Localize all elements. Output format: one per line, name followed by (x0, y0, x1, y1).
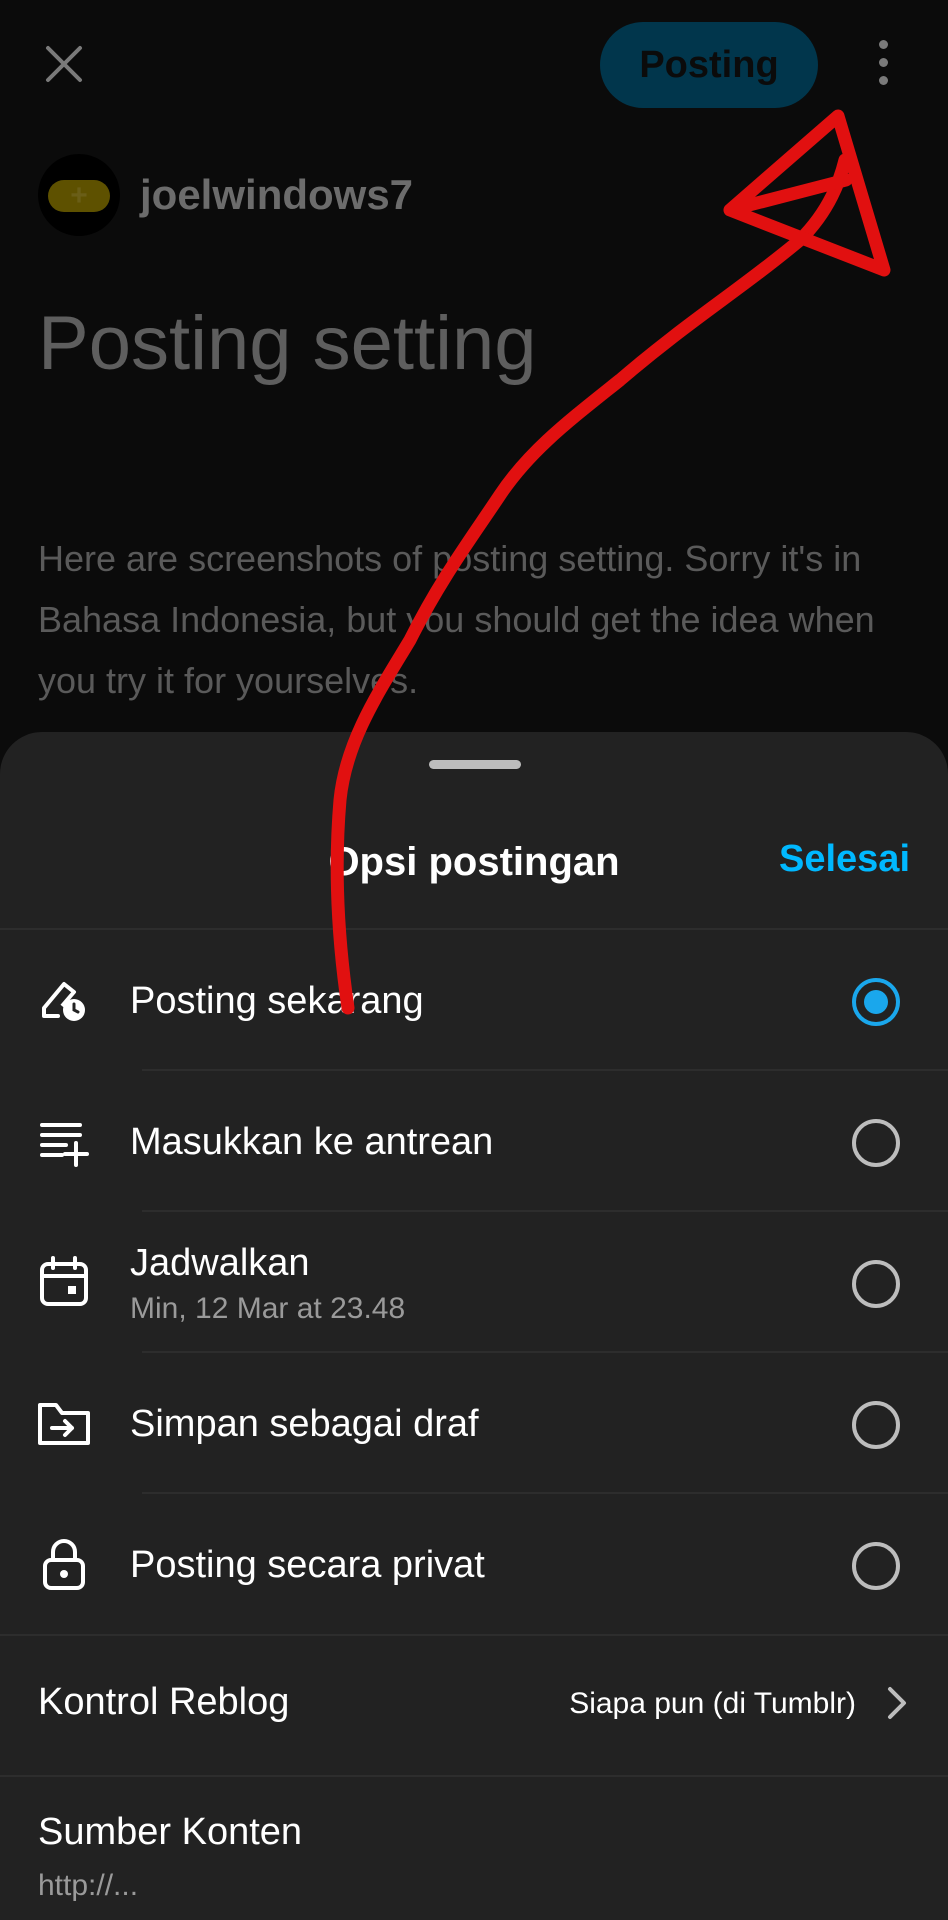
option-label: Masukkan ke antrean (130, 1121, 494, 1163)
avatar[interactable]: + (38, 154, 120, 236)
post-title[interactable]: Posting setting (38, 300, 537, 387)
post-button[interactable]: Posting (600, 22, 818, 108)
reblog-control-label: Kontrol Reblog (38, 1681, 290, 1723)
option-label: Jadwalkan (130, 1242, 310, 1284)
option-label: Simpan sebagai draf (130, 1403, 479, 1445)
post-author: + joelwindows7 (38, 152, 413, 238)
option-post-now[interactable]: Posting sekarang (0, 930, 948, 1071)
editor-top-bar: Posting (0, 0, 948, 140)
reblog-control-row[interactable]: Kontrol Reblog Siapa pun (di Tumblr) (0, 1635, 948, 1775)
content-source-label: Sumber Konten (38, 1811, 303, 1853)
option-label: Posting secara privat (130, 1544, 485, 1586)
close-icon[interactable] (36, 36, 92, 92)
folder-draft-icon (38, 1403, 90, 1445)
radio-unselected[interactable] (852, 1401, 900, 1449)
drag-handle[interactable] (429, 760, 521, 769)
option-schedule[interactable]: Jadwalkan Min, 12 Mar at 23.48 (0, 1212, 948, 1353)
schedule-datetime: Min, 12 Mar at 23.48 (130, 1292, 406, 1325)
radio-unselected[interactable] (852, 1260, 900, 1308)
radio-selected[interactable] (852, 978, 900, 1026)
chevron-right-icon (888, 1687, 906, 1719)
lock-icon (43, 1539, 85, 1590)
post-body[interactable]: Here are screenshots of posting setting.… (38, 528, 908, 711)
option-post-private[interactable]: Posting secara privat (0, 1494, 948, 1635)
radio-unselected[interactable] (852, 1119, 900, 1167)
calendar-icon (40, 1256, 88, 1306)
more-options-icon[interactable] (866, 40, 900, 92)
post-now-icon (42, 982, 85, 1021)
reblog-control-value: Siapa pun (di Tumblr) (569, 1687, 856, 1720)
option-save-draft[interactable]: Simpan sebagai draf (0, 1353, 948, 1494)
radio-unselected[interactable] (852, 1542, 900, 1590)
avatar-plus-icon: + (48, 180, 110, 212)
content-source-row[interactable]: Sumber Konten http://... (0, 1777, 948, 1920)
content-source-value: http://... (38, 1869, 139, 1902)
option-label: Posting sekarang (130, 980, 424, 1022)
queue-add-icon (40, 1123, 89, 1167)
post-options-sheet: Opsi postingan Selesai Posting sekarang … (0, 732, 948, 1920)
option-queue[interactable]: Masukkan ke antrean (0, 1071, 948, 1212)
username: joelwindows7 (140, 171, 414, 218)
done-button[interactable]: Selesai (779, 838, 910, 881)
